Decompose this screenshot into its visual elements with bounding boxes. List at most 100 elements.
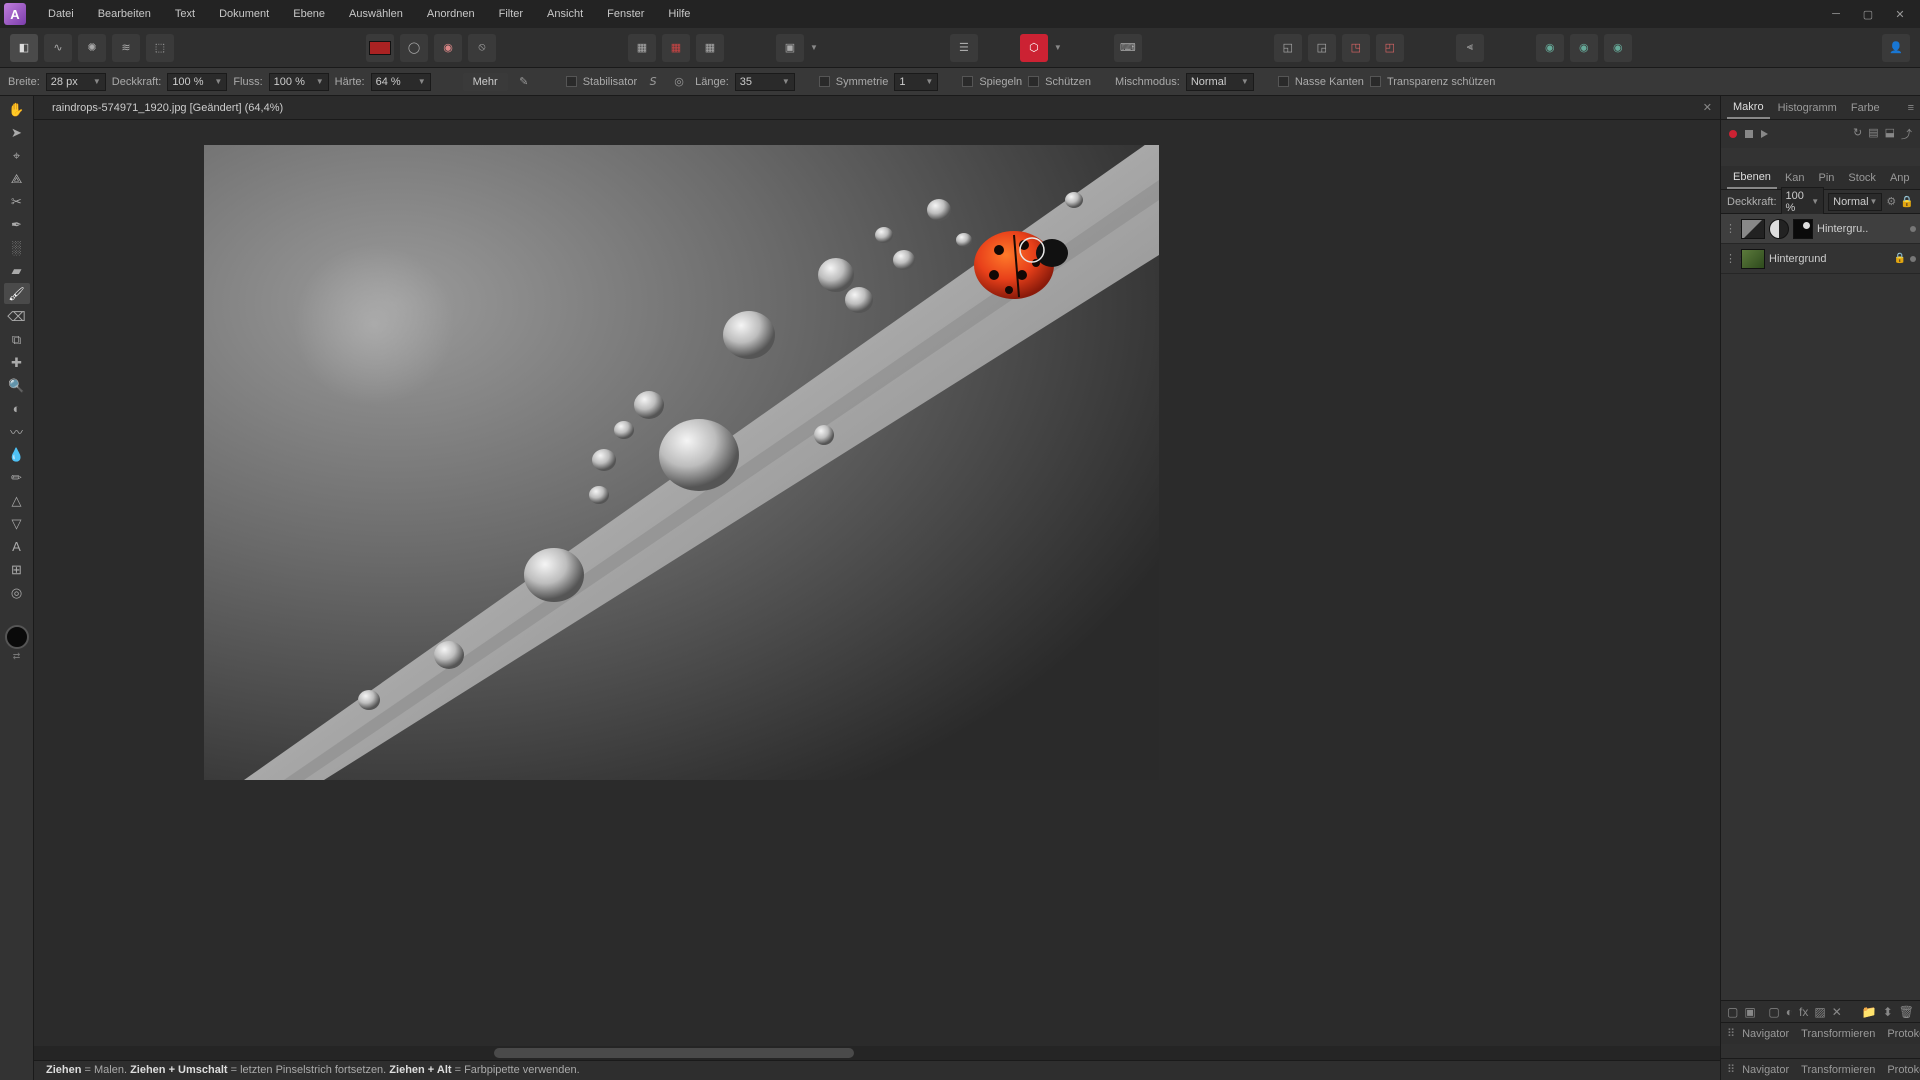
menu-text[interactable]: Text bbox=[163, 2, 207, 26]
healing-tool-icon[interactable]: ✚ bbox=[4, 352, 30, 373]
blendmode-input[interactable]: Normal▼ bbox=[1186, 73, 1254, 91]
pen-tool-icon[interactable]: ✒ bbox=[4, 214, 30, 235]
snap-icon[interactable]: ⬡ bbox=[1020, 34, 1048, 62]
swatch-button[interactable] bbox=[366, 34, 394, 62]
document-tab[interactable]: raindrops-574971_1920.jpg [Geändert] (64… bbox=[42, 98, 293, 118]
window-icon[interactable]: ◎ bbox=[669, 72, 689, 92]
flood-tool-icon[interactable]: ▰ bbox=[4, 260, 30, 281]
account-button[interactable]: 👤 bbox=[1882, 34, 1910, 62]
menu-dokument[interactable]: Dokument bbox=[207, 2, 281, 26]
align-left-icon[interactable]: ⫷ bbox=[1456, 34, 1484, 62]
add-layer-icon[interactable]: ▢ bbox=[1768, 1005, 1779, 1019]
sharpen-tool-icon[interactable]: △ bbox=[4, 490, 30, 511]
layer-row[interactable]: ⋮⋮ Hintergru.. bbox=[1721, 214, 1920, 244]
marquee-tool-icon[interactable]: ░ bbox=[4, 237, 30, 258]
tab-kan[interactable]: Kan bbox=[1779, 168, 1811, 188]
color-foreground[interactable] bbox=[5, 625, 29, 649]
minimize-button[interactable]: ─ bbox=[1828, 6, 1844, 22]
canvas-viewport[interactable] bbox=[34, 120, 1720, 1046]
refresh-icon[interactable]: ↻ bbox=[1853, 126, 1862, 142]
menu-datei[interactable]: Datei bbox=[36, 2, 86, 26]
width-input[interactable]: 28 px▼ bbox=[46, 73, 106, 91]
arrange-backward-icon[interactable]: ◲ bbox=[1308, 34, 1336, 62]
dodge-tool-icon[interactable]: ◐ bbox=[4, 398, 30, 419]
protect-alpha-checkbox[interactable] bbox=[1370, 76, 1381, 87]
menu-anordnen[interactable]: Anordnen bbox=[415, 2, 487, 26]
layer-name[interactable]: Hintergru.. bbox=[1817, 223, 1906, 235]
tab-makro[interactable]: Makro bbox=[1727, 97, 1770, 119]
flow-input[interactable]: 100 %▼ bbox=[269, 73, 329, 91]
group2-icon[interactable]: ◉ bbox=[1570, 34, 1598, 62]
tab-transformieren[interactable]: Transformieren bbox=[1796, 1061, 1880, 1079]
menu-ansicht[interactable]: Ansicht bbox=[535, 2, 595, 26]
delete-layer-icon[interactable]: ✕ bbox=[1832, 1005, 1842, 1019]
quicklook-icon[interactable]: ▣ bbox=[776, 34, 804, 62]
sponge-tool-icon[interactable]: 💧 bbox=[4, 444, 30, 465]
tab-transformieren[interactable]: Transformieren bbox=[1796, 1025, 1880, 1043]
visibility-icon[interactable]: ⋮⋮ bbox=[1725, 252, 1737, 265]
menu-auswählen[interactable]: Auswählen bbox=[337, 2, 415, 26]
mirror-checkbox[interactable] bbox=[962, 76, 973, 87]
rope-icon[interactable]: 𝘚 bbox=[643, 72, 663, 92]
length-input[interactable]: 35▼ bbox=[735, 73, 795, 91]
tab-stock[interactable]: Stock bbox=[1842, 168, 1882, 188]
more-button[interactable]: Mehr bbox=[463, 73, 508, 91]
merge-icon[interactable]: ⬍ bbox=[1883, 1005, 1893, 1019]
persona-liquify-icon[interactable]: ∿ bbox=[44, 34, 72, 62]
zoom-tool-icon[interactable]: 🔍 bbox=[4, 375, 30, 396]
no-color-icon[interactable]: ⦸ bbox=[468, 34, 496, 62]
hardness-input[interactable]: 64 %▼ bbox=[371, 73, 431, 91]
assistant-icon[interactable]: ⌨ bbox=[1114, 34, 1142, 62]
arrange-forward-icon[interactable]: ◳ bbox=[1342, 34, 1370, 62]
arrange-front-icon[interactable]: ◰ bbox=[1376, 34, 1404, 62]
color-picker-tool-icon[interactable]: ⌖ bbox=[4, 145, 30, 166]
layer-thumbnail[interactable] bbox=[1741, 219, 1765, 239]
menu-hilfe[interactable]: Hilfe bbox=[656, 2, 702, 26]
menu-ebene[interactable]: Ebene bbox=[281, 2, 337, 26]
dropdown-icon[interactable]: ▼ bbox=[810, 43, 818, 52]
tab-protokoll[interactable]: Protokoll bbox=[1882, 1025, 1920, 1043]
wet-edges-checkbox[interactable] bbox=[1278, 76, 1289, 87]
grid-on-icon[interactable]: ▦ bbox=[696, 34, 724, 62]
grid-off-icon[interactable]: ▦ bbox=[628, 34, 656, 62]
add-mask-icon[interactable]: ▨ bbox=[1814, 1005, 1825, 1019]
swap-colors-icon[interactable]: ⇄ bbox=[13, 651, 21, 662]
mask-mode-icon[interactable]: ▢ bbox=[1727, 1005, 1738, 1019]
dropdown-icon[interactable]: ▼ bbox=[1054, 43, 1062, 52]
document-canvas[interactable] bbox=[204, 145, 1159, 780]
mask-thumbnail[interactable] bbox=[1793, 219, 1813, 239]
tab-anp[interactable]: Anp bbox=[1884, 168, 1916, 188]
gear-icon[interactable]: ⚙ bbox=[1886, 195, 1896, 208]
move-tool-icon[interactable]: ➤ bbox=[4, 122, 30, 143]
menu-fenster[interactable]: Fenster bbox=[595, 2, 656, 26]
eraser-tool-icon[interactable]: ⌫ bbox=[4, 306, 30, 327]
tab-pin[interactable]: Pin bbox=[1813, 168, 1841, 188]
record-icon[interactable] bbox=[1729, 130, 1737, 138]
menu-filter[interactable]: Filter bbox=[487, 2, 535, 26]
layer-row[interactable]: ⋮⋮ Hintergrund 🔒 bbox=[1721, 244, 1920, 274]
tab-histogramm[interactable]: Histogramm bbox=[1772, 98, 1843, 118]
thumbnail-size-icon[interactable]: ▣ bbox=[1744, 1005, 1755, 1019]
protect-checkbox[interactable] bbox=[1028, 76, 1039, 87]
arrange-back-icon[interactable]: ◱ bbox=[1274, 34, 1302, 62]
persona-tonemap-icon[interactable]: ≋ bbox=[112, 34, 140, 62]
group-icon[interactable]: 📁 bbox=[1862, 1005, 1877, 1019]
layer-opacity-input[interactable]: 100 %▼ bbox=[1781, 187, 1825, 217]
selection-brush-tool-icon[interactable]: ✂ bbox=[4, 191, 30, 212]
tab-close-icon[interactable]: ✕ bbox=[1703, 101, 1712, 114]
maximize-button[interactable]: ▢ bbox=[1860, 6, 1876, 22]
grid-red-icon[interactable]: ▦ bbox=[662, 34, 690, 62]
lock-icon[interactable]: 🔒 bbox=[1900, 195, 1914, 208]
group1-icon[interactable]: ◉ bbox=[1536, 34, 1564, 62]
persona-develop-icon[interactable]: ✺ bbox=[78, 34, 106, 62]
color-wheel-icon[interactable]: ◉ bbox=[434, 34, 462, 62]
save-icon[interactable]: ⬓ bbox=[1885, 126, 1895, 142]
text-tool-icon[interactable]: A bbox=[4, 536, 30, 557]
shape-tool-icon[interactable]: ▽ bbox=[4, 513, 30, 534]
symmetry-checkbox[interactable] bbox=[819, 76, 830, 87]
tab-navigator[interactable]: Navigator bbox=[1737, 1061, 1794, 1079]
visibility-icon[interactable]: ⋮⋮ bbox=[1725, 222, 1737, 235]
opacity-input[interactable]: 100 %▼ bbox=[167, 73, 227, 91]
smudge-tool-icon[interactable]: 〰 bbox=[4, 421, 30, 442]
tab-farbe[interactable]: Farbe bbox=[1845, 98, 1886, 118]
